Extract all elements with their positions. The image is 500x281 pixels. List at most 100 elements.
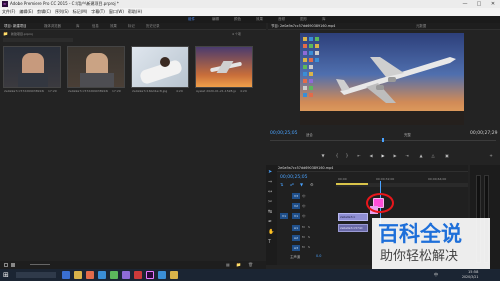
camera-icon[interactable]: ▣: [444, 153, 450, 159]
go-to-out-icon[interactable]: ⇥: [404, 153, 410, 159]
tab-libraries[interactable]: 库: [76, 23, 79, 30]
wrench-icon[interactable]: ⚙: [310, 182, 314, 187]
go-to-in-icon[interactable]: ⇤: [356, 153, 362, 159]
add-marker-icon[interactable]: ▼: [300, 182, 303, 187]
extract-icon[interactable]: △: [430, 153, 436, 159]
start-button-icon[interactable]: ⊞: [3, 271, 11, 279]
track-label-v1[interactable]: V1: [292, 213, 300, 219]
track-label-v2[interactable]: V2: [292, 203, 300, 209]
track-label-v3[interactable]: V3: [292, 193, 300, 199]
browser-icon[interactable]: [86, 271, 94, 279]
track-select-tool-icon[interactable]: ⇒: [268, 179, 272, 185]
tab-sequence[interactable]: 2e0a9a7cc57dd690389160.mp4: [278, 165, 333, 172]
menu-sequence[interactable]: 序列(S): [53, 8, 71, 16]
play-icon[interactable]: ▶: [380, 153, 386, 159]
eye-icon[interactable]: 👁: [302, 214, 306, 218]
icon-view-icon[interactable]: [11, 263, 15, 267]
app-icon[interactable]: [134, 271, 142, 279]
tab-program[interactable]: 节目: 2e0a9a7cc57dd690389160.mp4: [271, 23, 335, 30]
tab-media-browser[interactable]: 媒体浏览器: [44, 23, 61, 30]
time-ruler[interactable]: [336, 183, 468, 187]
solo-button[interactable]: S: [308, 235, 310, 239]
playhead-timecode[interactable]: 00;00;25;05: [270, 131, 297, 136]
clip-v1[interactable]: 2e0a9a7cc57dd: [338, 224, 368, 232]
razor-tool-icon[interactable]: ✂: [268, 199, 272, 205]
monitor-playhead[interactable]: [382, 138, 384, 142]
eye-icon[interactable]: 👁: [302, 194, 306, 198]
workspace-tab-editing[interactable]: 编辑: [212, 17, 219, 22]
solo-button[interactable]: S: [308, 245, 310, 249]
list-view-icon[interactable]: [4, 263, 8, 267]
solo-button[interactable]: S: [308, 225, 310, 229]
text-tool-icon[interactable]: T: [268, 239, 271, 245]
track-label-a2[interactable]: A2: [292, 235, 300, 241]
premiere-taskbar-icon[interactable]: [146, 271, 154, 279]
app-icon[interactable]: [170, 271, 178, 279]
workspace-tab-assembly[interactable]: 组件: [188, 17, 195, 22]
timeline-timecode[interactable]: 00;00;25;05: [280, 175, 307, 180]
input-language[interactable]: 中: [434, 272, 438, 278]
add-button-icon[interactable]: +: [488, 153, 494, 159]
clip-thumbnail-1[interactable]: [3, 46, 61, 88]
workspace-tab-graphics[interactable]: 图形: [300, 17, 307, 22]
quality-dropdown[interactable]: 完整: [404, 132, 411, 137]
linked-selection-icon[interactable]: ☍: [290, 182, 294, 187]
maximize-button[interactable]: □: [472, 0, 486, 8]
clip-thumbnail-4[interactable]: [195, 46, 253, 88]
fit-dropdown[interactable]: 适合: [306, 132, 313, 137]
mark-out-icon[interactable]: }: [344, 153, 350, 159]
workspace-tab-color[interactable]: 颜色: [234, 17, 241, 22]
menu-window[interactable]: 窗口(W): [107, 8, 126, 16]
file-explorer-icon[interactable]: [74, 271, 82, 279]
clip-v2[interactable]: 2e0a9a7cc: [338, 213, 368, 221]
pen-tool-icon[interactable]: ✒: [268, 219, 272, 225]
app-icon[interactable]: [158, 271, 166, 279]
minimize-button[interactable]: —: [458, 0, 472, 8]
clock-date[interactable]: 2020/3/21: [462, 275, 478, 280]
step-back-icon[interactable]: ◀: [368, 153, 374, 159]
track-label-a1[interactable]: A1: [292, 225, 300, 231]
new-item-icon[interactable]: ▦: [226, 262, 230, 267]
qq-icon[interactable]: [98, 271, 106, 279]
tab-markers[interactable]: 标记: [128, 23, 135, 30]
tab-info[interactable]: 信息: [92, 23, 99, 30]
lift-icon[interactable]: ▲: [418, 153, 424, 159]
mute-button[interactable]: M: [302, 245, 305, 249]
menu-help[interactable]: 帮助(H): [126, 8, 144, 16]
source-patch-v1[interactable]: V1: [280, 213, 288, 219]
tab-project[interactable]: 项目: 新建项目: [4, 23, 27, 30]
menu-file[interactable]: 文件(F): [0, 8, 17, 16]
snap-icon[interactable]: ⇅: [280, 182, 283, 187]
task-view-icon[interactable]: [62, 271, 70, 279]
program-video-frame[interactable]: [300, 33, 464, 125]
work-area-bar[interactable]: [336, 183, 368, 185]
workspace-tab-libraries[interactable]: 库: [322, 17, 326, 22]
step-forward-icon[interactable]: ▶: [392, 153, 398, 159]
ripple-tool-icon[interactable]: ↔: [268, 189, 272, 195]
app-icon[interactable]: [122, 271, 130, 279]
tab-metadata[interactable]: 元数据: [416, 23, 426, 30]
marker-icon[interactable]: ▼: [320, 153, 326, 159]
new-bin-icon[interactable]: 📁: [236, 262, 241, 267]
mute-button[interactable]: M: [302, 235, 305, 239]
mute-button[interactable]: M: [302, 225, 305, 229]
hand-tool-icon[interactable]: ✋: [268, 229, 274, 235]
clip-thumbnail-2[interactable]: [67, 46, 125, 88]
slip-tool-icon[interactable]: ↹: [268, 209, 272, 215]
wechat-icon[interactable]: [110, 271, 118, 279]
workspace-tab-effects[interactable]: 效果: [256, 17, 263, 22]
menu-clip[interactable]: 剪辑(C): [35, 8, 53, 16]
selection-tool-icon[interactable]: ➤: [268, 169, 272, 175]
eye-icon[interactable]: 👁: [302, 204, 306, 208]
mark-in-icon[interactable]: {: [334, 153, 340, 159]
workspace-tab-audio[interactable]: 音频: [278, 17, 285, 22]
tab-history[interactable]: 历史记录: [146, 23, 160, 30]
track-label-a3[interactable]: A3: [292, 245, 300, 251]
master-value[interactable]: 0.0: [316, 254, 321, 258]
search-input[interactable]: [3, 38, 73, 42]
menu-title[interactable]: 字幕(T): [89, 8, 107, 16]
clip-thumbnail-3[interactable]: [131, 46, 189, 88]
close-button[interactable]: ✕: [486, 0, 500, 8]
zoom-slider[interactable]: [30, 264, 50, 265]
taskbar-search-box[interactable]: [16, 272, 56, 278]
